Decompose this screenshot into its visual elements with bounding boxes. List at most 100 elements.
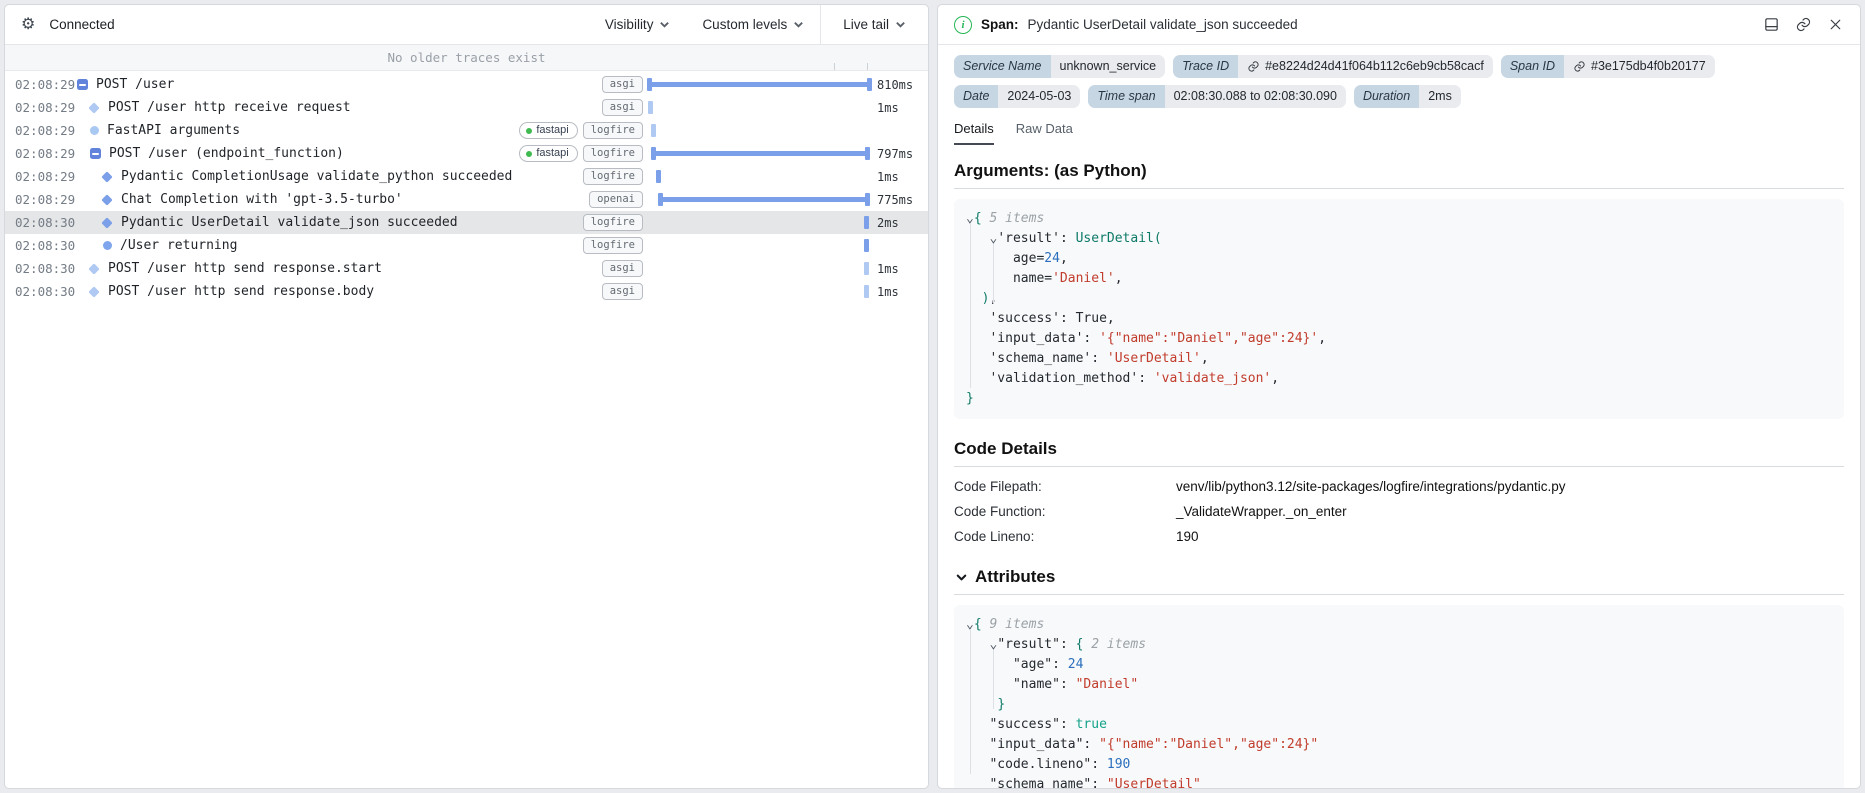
trace-row[interactable]: 02:08:29 POST /user (endpoint_function) fa… <box>5 142 928 165</box>
badge-fastapi: fastapi <box>519 122 578 139</box>
duration-bar <box>648 211 870 234</box>
diamond-icon <box>101 193 113 206</box>
span-title: Pydantic UserDetail validate_json succee… <box>1027 17 1298 32</box>
tab-raw-data[interactable]: Raw Data <box>1016 121 1073 145</box>
copy-link-icon[interactable] <box>1795 16 1812 33</box>
trace-timestamp: 02:08:30 <box>15 261 76 276</box>
meta-label: Span ID <box>1500 55 1564 78</box>
meta-value: 02:08:30.088 to 02:08:30.090 <box>1164 85 1346 108</box>
span-detail-header: i Span: Pydantic UserDetail validate_jso… <box>938 5 1860 45</box>
span-detail-body: Service Name unknown_service Trace ID #e… <box>938 45 1860 788</box>
trace-duration: 2ms <box>877 215 899 230</box>
arguments-code[interactable]: ⌄{ 5 items ⌄'result': UserDetail( age=24… <box>966 209 1832 409</box>
no-older-traces-text: No older traces exist <box>387 50 546 65</box>
info-icon: i <box>954 15 972 34</box>
custom-levels-dropdown[interactable]: Custom levels <box>686 5 820 44</box>
meta-value: 2ms <box>1419 85 1461 108</box>
trace-badges: asgi <box>601 283 648 300</box>
meta-label: Duration <box>1353 85 1420 108</box>
meta-time-span: Time span 02:08:30.088 to 02:08:30.090 <box>1088 85 1346 108</box>
meta-date: Date 2024-05-03 <box>954 85 1081 108</box>
dock-panel-icon[interactable] <box>1763 16 1780 33</box>
trace-label: /User returning <box>120 238 238 253</box>
code-function-label: Code Function: <box>954 504 1046 519</box>
meta-span-id[interactable]: Span ID #3e175db4f0b20177 <box>1500 55 1715 78</box>
settings-gear-icon[interactable]: ⚙ <box>21 16 35 33</box>
attributes-section-title[interactable]: Attributes <box>954 567 1844 587</box>
trace-label: POST /user http send response.start <box>108 261 382 276</box>
meta-duration: Duration 2ms <box>1353 85 1461 108</box>
trace-badges: asgi <box>601 260 648 277</box>
trace-row[interactable]: 02:08:30 Pydantic UserDetail validate_jso… <box>5 211 928 234</box>
tab-details[interactable]: Details <box>954 121 994 145</box>
trace-timestamp: 02:08:30 <box>15 215 76 230</box>
trace-duration: 775ms <box>877 192 914 207</box>
badge-logfire: logfire <box>582 214 643 231</box>
trace-row[interactable]: 02:08:29 FastAPI arguments fastapi logfire <box>5 119 928 142</box>
trace-row[interactable]: 02:08:30 POST /user http send response.bo… <box>5 280 928 303</box>
badge-logfire: logfire <box>582 145 643 162</box>
code-lineno-label: Code Lineno: <box>954 529 1035 544</box>
code-function-value: _ValidateWrapper._on_enter <box>1176 504 1347 519</box>
duration-bar <box>648 165 870 188</box>
attributes-json-block: ⌄{ 9 items ⌄"result": { 2 items "age": 2… <box>954 605 1844 788</box>
trace-duration: 797ms <box>877 146 914 161</box>
trace-timestamp: 02:08:30 <box>15 284 76 299</box>
duration-bar <box>648 188 870 211</box>
duration-bar <box>648 119 870 142</box>
duration-bar <box>648 257 870 280</box>
badge-logfire: logfire <box>582 122 643 139</box>
indent-guide <box>993 244 994 303</box>
trace-timestamp: 02:08:29 <box>15 192 76 207</box>
trace-row[interactable]: 02:08:30 POST /user http send response.st… <box>5 257 928 280</box>
trace-badges: logfire <box>582 214 648 231</box>
trace-row[interactable]: 02:08:29 POST /user asgi 810ms <box>5 73 928 96</box>
meta-trace-id[interactable]: Trace ID #e8224d24d41f064b112c6eb9cb58ca… <box>1173 55 1493 78</box>
meta-value: unknown_service <box>1050 55 1166 78</box>
badge-asgi: asgi <box>601 99 643 116</box>
minus-square-icon <box>77 79 88 90</box>
diamond-icon <box>101 216 113 229</box>
indent-guide <box>970 224 971 388</box>
badge-logfire: logfire <box>582 168 643 185</box>
span-label: Span: <box>981 17 1019 32</box>
trace-label: POST /user http send response.body <box>108 284 375 299</box>
chevron-down-icon[interactable] <box>954 570 969 585</box>
trace-label: FastAPI arguments <box>107 123 241 138</box>
meta-label: Service Name <box>954 55 1051 78</box>
trace-timestamp: 02:08:29 <box>15 100 76 115</box>
arguments-section-title: Arguments: (as Python) <box>954 161 1147 180</box>
meta-value: #3e175db4f0b20177 <box>1564 55 1715 78</box>
span-meta: Service Name unknown_service Trace ID #e… <box>954 55 1844 108</box>
green-dot-icon <box>526 127 533 134</box>
trace-row[interactable]: 02:08:30/User returning logfire <box>5 234 928 257</box>
trace-badges: openai <box>589 191 648 208</box>
attributes-code[interactable]: ⌄{ 9 items ⌄"result": { 2 items "age": 2… <box>966 615 1832 788</box>
diamond-icon <box>101 170 113 183</box>
trace-timestamp: 02:08:29 <box>15 169 76 184</box>
attributes-title-text: Attributes <box>975 567 1056 586</box>
visibility-dropdown[interactable]: Visibility <box>589 5 687 44</box>
trace-row[interactable]: 02:08:29 Pydantic CompletionUsage validat… <box>5 165 928 188</box>
live-tail-dropdown[interactable]: Live tail <box>820 5 928 44</box>
trace-row[interactable]: 02:08:29 Chat Completion with 'gpt-3.5-tu… <box>5 188 928 211</box>
diamond-icon <box>88 285 100 298</box>
duration-bar <box>647 73 872 96</box>
meta-label: Trace ID <box>1173 55 1239 78</box>
link-icon <box>1574 61 1585 72</box>
duration-bar <box>648 234 870 257</box>
meta-label: Time span <box>1088 85 1165 108</box>
trace-timestamp: 02:08:29 <box>15 77 76 92</box>
divider <box>954 594 1844 595</box>
trace-badges: fastapi logfire <box>519 122 648 139</box>
close-icon[interactable] <box>1827 16 1844 33</box>
trace-badges: asgi <box>601 99 648 116</box>
trace-duration: 1ms <box>877 284 899 299</box>
duration-bar <box>648 96 870 119</box>
trace-badges: logfire <box>582 168 648 185</box>
meta-value: #e8224d24d41f064b112c6eb9cb58cacf <box>1238 55 1493 78</box>
badge-openai: openai <box>589 191 643 208</box>
span-detail-panel: i Span: Pydantic UserDetail validate_jso… <box>937 4 1861 789</box>
trace-label: POST /user <box>96 77 175 92</box>
trace-row[interactable]: 02:08:29 POST /user http receive request a… <box>5 96 928 119</box>
